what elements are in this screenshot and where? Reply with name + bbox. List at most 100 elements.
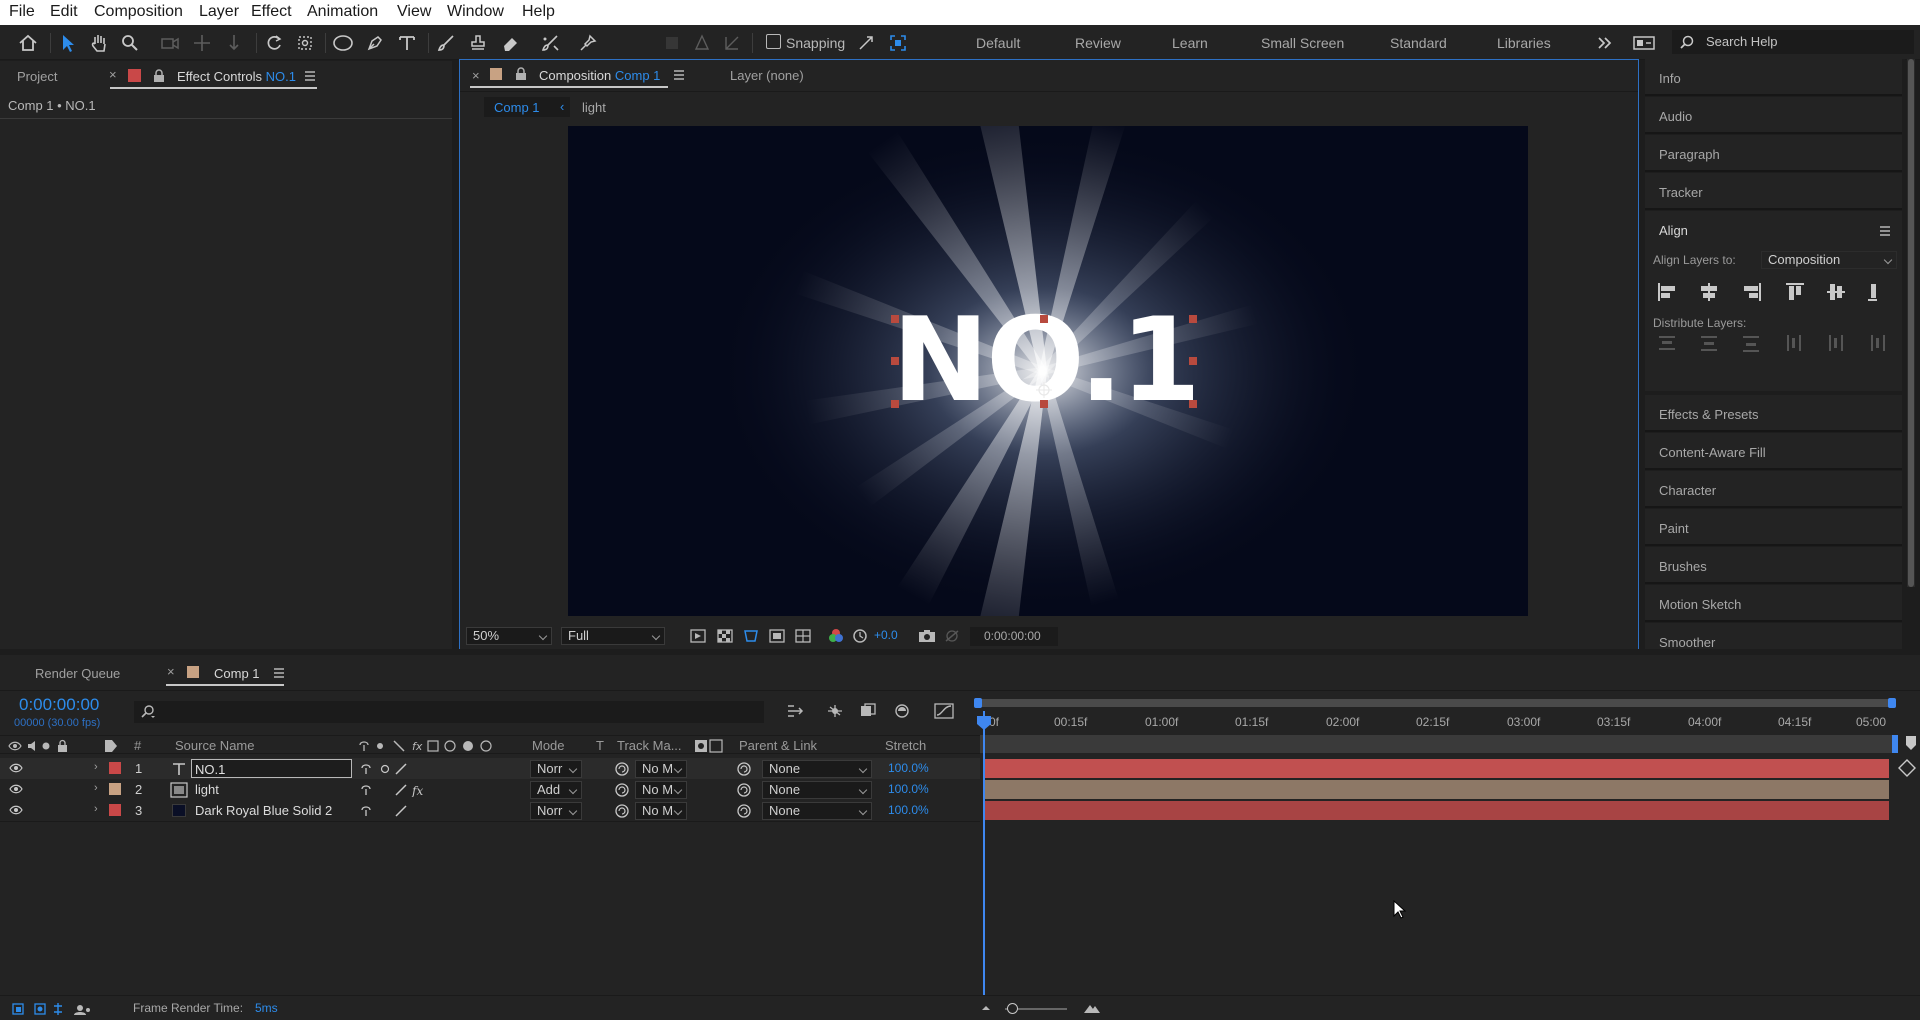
lock-icon[interactable] — [515, 67, 527, 81]
layer-row-2[interactable]: › 2 light fx Add No M None 100.0% — [0, 779, 980, 800]
layer-row-3[interactable]: › 3 Dark Royal Blue Solid 2 Norr No M No… — [0, 800, 980, 821]
orbit-camera-icon[interactable] — [158, 32, 182, 54]
tab-comp1[interactable]: Comp 1 — [214, 666, 260, 681]
workspace-review[interactable]: Review — [1075, 35, 1121, 51]
track-matte-dropdown[interactable]: No M — [635, 760, 687, 778]
puppet-pin-tool-icon[interactable] — [576, 32, 600, 54]
align-buttons-icon[interactable] — [1657, 281, 1877, 303]
comp-nav-light[interactable]: light — [582, 100, 606, 115]
menu-animation[interactable]: Animation — [307, 3, 378, 21]
track-matte-dropdown[interactable]: No M — [635, 781, 687, 799]
selection-handle[interactable] — [1040, 400, 1048, 408]
workspace-libraries[interactable]: Libraries — [1497, 35, 1551, 51]
tab-effect-controls[interactable]: Effect Controls NO.1 — [177, 69, 296, 84]
snapping-checkbox[interactable] — [766, 34, 781, 49]
clone-stamp-tool-icon[interactable] — [466, 32, 490, 54]
transparency-grid-icon[interactable] — [713, 625, 737, 647]
reset-exposure-icon[interactable] — [848, 625, 872, 647]
current-time-display[interactable]: 0:00:00:00 — [970, 627, 1058, 646]
selection-handle[interactable] — [891, 400, 899, 408]
menu-edit[interactable]: Edit — [50, 3, 78, 21]
close-tab-icon[interactable]: × — [109, 67, 117, 82]
graph-editor-icon[interactable] — [932, 700, 956, 722]
panel-character[interactable]: Character — [1645, 471, 1902, 508]
menu-view[interactable]: View — [397, 3, 431, 21]
parent-dropdown[interactable]: None — [762, 760, 872, 778]
align-layers-to-dropdown[interactable]: Composition — [1761, 251, 1897, 269]
zoom-tool-icon[interactable] — [118, 32, 142, 54]
col-mode[interactable]: Mode — [532, 738, 565, 753]
col-source-name[interactable]: Source Name — [175, 738, 254, 753]
pan-camera-icon[interactable] — [190, 32, 214, 54]
layer-search-field[interactable] — [134, 701, 764, 723]
workspace-default[interactable]: Default — [976, 35, 1020, 51]
tab-render-queue[interactable]: Render Queue — [35, 666, 120, 681]
panel-audio[interactable]: Audio — [1645, 97, 1902, 134]
exposure-value[interactable]: +0.0 — [874, 628, 898, 642]
track-matte-pickwhip-icon[interactable] — [614, 803, 630, 819]
mode-dropdown[interactable]: Norr — [530, 760, 582, 778]
draft-3d-icon[interactable] — [823, 700, 847, 722]
parent-pickwhip-icon[interactable] — [736, 761, 752, 777]
navigator-start-handle[interactable] — [974, 698, 982, 708]
panel-info[interactable]: Info — [1645, 59, 1902, 96]
layer-name[interactable]: light — [195, 782, 219, 797]
eye-icon[interactable] — [9, 763, 23, 773]
snap-features-icon[interactable] — [886, 32, 910, 54]
expand-chevron-icon[interactable]: › — [94, 803, 98, 815]
align-tool-icon[interactable] — [660, 32, 684, 54]
time-navigator[interactable] — [974, 698, 1896, 708]
panel-paragraph[interactable]: Paragraph — [1645, 135, 1902, 172]
panel-tracker[interactable]: Tracker — [1645, 173, 1902, 210]
parent-pickwhip-icon[interactable] — [736, 782, 752, 798]
shy-layers-icon[interactable] — [856, 700, 880, 722]
pen-tool-icon[interactable] — [363, 32, 387, 54]
menu-window[interactable]: Window — [447, 3, 504, 21]
resolution-dropdown[interactable]: Full — [561, 627, 665, 645]
playhead-line[interactable] — [983, 711, 985, 1020]
search-help-field[interactable]: Search Help — [1672, 30, 1914, 54]
expand-chevron-icon[interactable]: › — [94, 782, 98, 794]
selection-handle[interactable] — [1189, 357, 1197, 365]
zoom-in-icon[interactable] — [1083, 1001, 1101, 1015]
world-axis-icon[interactable] — [720, 32, 744, 54]
anchor-point-icon[interactable] — [1035, 381, 1053, 399]
selection-handle[interactable] — [891, 357, 899, 365]
edit-workspaces-icon[interactable] — [1632, 32, 1656, 54]
workspace-standard[interactable]: Standard — [1390, 35, 1447, 51]
frame-blending-icon[interactable] — [890, 700, 914, 722]
panel-menu-icon[interactable] — [673, 69, 685, 81]
eye-icon[interactable] — [9, 784, 23, 794]
eye-icon[interactable] — [9, 805, 23, 815]
selection-handle[interactable] — [1040, 315, 1048, 323]
anchor-point-tool-icon[interactable] — [293, 32, 317, 54]
color-channels-icon[interactable] — [824, 625, 848, 647]
menu-composition[interactable]: Composition — [94, 3, 183, 21]
stretch-value[interactable]: 100.0% — [888, 782, 929, 796]
brush-tool-icon[interactable] — [434, 32, 458, 54]
playhead-handle-icon[interactable] — [976, 715, 992, 731]
menu-effect[interactable]: Effect — [251, 3, 292, 21]
mode-dropdown[interactable]: Norr — [530, 802, 582, 820]
zoom-slider-thumb[interactable] — [1007, 1003, 1018, 1014]
layer-name-field[interactable]: NO.1 — [191, 759, 352, 778]
mode-dropdown[interactable]: Add — [530, 781, 582, 799]
label-color-swatch[interactable] — [109, 783, 121, 795]
panel-menu-icon[interactable] — [304, 70, 316, 82]
roto-brush-tool-icon[interactable] — [538, 32, 562, 54]
text-layer-bounding-box[interactable] — [891, 315, 1197, 408]
parent-dropdown[interactable]: None — [762, 802, 872, 820]
timeline-toggle-icons[interactable] — [12, 1002, 102, 1016]
col-parent-link[interactable]: Parent & Link — [739, 738, 817, 753]
region-of-interest-icon[interactable] — [765, 625, 789, 647]
label-color-swatch[interactable] — [109, 804, 121, 816]
layer-row-1[interactable]: › 1 NO.1 Norr No M None 100.0% — [0, 758, 980, 779]
snapshot-camera-icon[interactable] — [915, 625, 939, 647]
workspace-small-screen[interactable]: Small Screen — [1261, 35, 1344, 51]
layer-bar-2[interactable] — [985, 780, 1889, 799]
panel-menu-icon[interactable] — [1879, 225, 1891, 237]
layer-name[interactable]: Dark Royal Blue Solid 2 — [195, 803, 332, 818]
eraser-tool-icon[interactable] — [498, 32, 522, 54]
stretch-value[interactable]: 100.0% — [888, 803, 929, 817]
panel-brushes[interactable]: Brushes — [1645, 547, 1902, 584]
